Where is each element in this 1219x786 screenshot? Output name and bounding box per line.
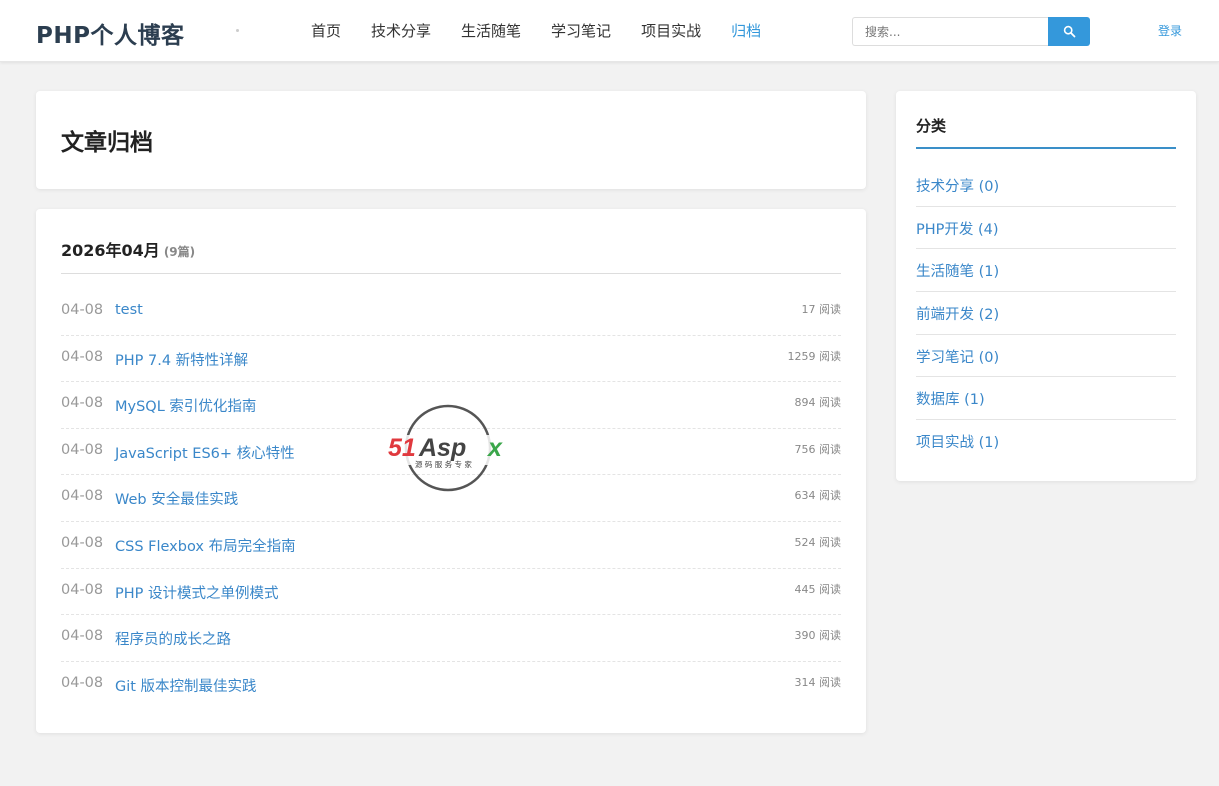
post-date: 04-08: [61, 534, 104, 551]
post-views: 524 阅读: [794, 535, 842, 549]
nav-item-tech[interactable]: 技术分享: [356, 0, 446, 62]
decorative-dot: [236, 29, 239, 32]
svg-text:51: 51: [388, 434, 416, 462]
sidebar-title: 分类: [916, 115, 1176, 149]
nav-item-life[interactable]: 生活随笔: [446, 0, 536, 62]
category-item: 技术分享 (0): [916, 164, 1176, 207]
post-date: 04-08: [61, 674, 104, 691]
nav-item-archive[interactable]: 归档: [716, 0, 776, 62]
archive-row: 04-08 Git 版本控制最佳实践 314 阅读: [61, 662, 841, 709]
post-date: 04-08: [61, 628, 104, 645]
post-title-link[interactable]: PHP 设计模式之单例模式: [115, 582, 279, 603]
category-link-projects[interactable]: 项目实战 (1): [916, 431, 999, 452]
category-item: 项目实战 (1): [916, 420, 1176, 463]
post-views: 634 阅读: [794, 489, 842, 503]
category-link-life[interactable]: 生活随笔 (1): [916, 260, 999, 281]
category-list: 技术分享 (0) PHP开发 (4) 生活随笔 (1) 前端开发 (2) 学习笔…: [916, 164, 1176, 463]
nav-item-notes[interactable]: 学习笔记: [536, 0, 626, 62]
category-item: PHP开发 (4): [916, 207, 1176, 250]
svg-text:源 码 服 务 专 家: 源 码 服 务 专 家: [415, 459, 472, 469]
post-views: 1259 阅读: [787, 349, 842, 363]
post-date: 04-08: [61, 488, 104, 505]
archive-month-count: (9篇): [163, 245, 196, 259]
svg-text:Asp: Asp: [418, 434, 466, 462]
category-link-notes[interactable]: 学习笔记 (0): [916, 346, 999, 367]
site-header: PHP个人博客 首页 技术分享 生活随笔 学习笔记 项目实战 归档 登录: [0, 0, 1219, 62]
post-date: 04-08: [61, 441, 104, 458]
post-date: 04-08: [61, 302, 104, 318]
post-views: 314 阅读: [794, 675, 842, 689]
post-date: 04-08: [61, 395, 104, 412]
post-title-link[interactable]: PHP 7.4 新特性详解: [115, 349, 248, 370]
category-link-php[interactable]: PHP开发 (4): [916, 218, 999, 239]
category-link-database[interactable]: 数据库 (1): [916, 388, 985, 409]
post-title-link[interactable]: 程序员的成长之路: [115, 628, 231, 649]
archive-month-title: 2026年04月: [61, 241, 160, 260]
archive-row: 04-08 test 17 阅读: [61, 289, 841, 336]
archive-month-header: 2026年04月 (9篇): [61, 237, 841, 274]
watermark-logo: 51 Asp x 源 码 服 务 专 家: [386, 404, 512, 492]
archive-row: 04-08 PHP 设计模式之单例模式 445 阅读: [61, 569, 841, 616]
category-item: 生活随笔 (1): [916, 249, 1176, 293]
login-link[interactable]: 登录: [1158, 22, 1182, 39]
post-title-link[interactable]: CSS Flexbox 布局完全指南: [115, 535, 296, 556]
search-button[interactable]: [1048, 17, 1090, 46]
category-item: 学习笔记 (0): [916, 335, 1176, 378]
svg-text:x: x: [486, 434, 503, 462]
category-item: 前端开发 (2): [916, 292, 1176, 335]
post-title-link[interactable]: Git 版本控制最佳实践: [115, 675, 257, 696]
search-input[interactable]: [852, 17, 1048, 46]
post-title-link[interactable]: JavaScript ES6+ 核心特性: [115, 442, 295, 463]
nav-item-home[interactable]: 首页: [296, 0, 356, 62]
archive-list: 04-08 test 17 阅读 04-08 PHP 7.4 新特性详解 125…: [61, 289, 841, 708]
post-views: 390 阅读: [794, 629, 842, 643]
post-date: 04-08: [61, 348, 104, 365]
page-title: 文章归档: [61, 130, 153, 156]
post-title-link[interactable]: Web 安全最佳实践: [115, 488, 238, 509]
archive-row: 04-08 CSS Flexbox 布局完全指南 524 阅读: [61, 522, 841, 569]
archive-row: 04-08 程序员的成长之路 390 阅读: [61, 615, 841, 662]
post-views: 756 阅读: [794, 442, 842, 456]
search-icon: [1063, 25, 1075, 38]
page-title-card: 文章归档: [36, 91, 866, 189]
site-logo[interactable]: PHP个人博客: [36, 16, 184, 50]
nav-item-projects[interactable]: 项目实战: [626, 0, 716, 62]
post-title-link[interactable]: test: [115, 302, 143, 318]
category-sidebar: 分类 技术分享 (0) PHP开发 (4) 生活随笔 (1) 前端开发 (2) …: [896, 91, 1196, 481]
post-date: 04-08: [61, 581, 104, 598]
post-title-link[interactable]: MySQL 索引优化指南: [115, 395, 256, 416]
search-box: [852, 17, 1090, 46]
category-item: 数据库 (1): [916, 377, 1176, 421]
post-views: 894 阅读: [794, 396, 842, 410]
post-views: 445 阅读: [794, 582, 842, 596]
category-link-frontend[interactable]: 前端开发 (2): [916, 303, 999, 324]
archive-row: 04-08 PHP 7.4 新特性详解 1259 阅读: [61, 336, 841, 383]
main-nav: 首页 技术分享 生活随笔 学习笔记 项目实战 归档: [296, 0, 776, 62]
post-views: 17 阅读: [801, 303, 842, 316]
category-link-tech[interactable]: 技术分享 (0): [916, 175, 999, 196]
